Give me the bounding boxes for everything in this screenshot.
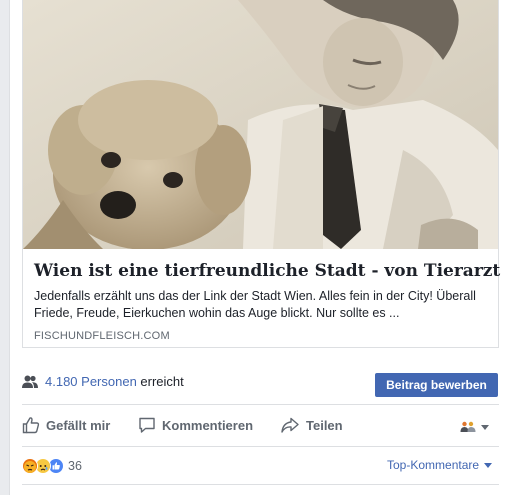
thumbs-up-icon xyxy=(22,417,40,434)
post-actions: Gefällt mir Kommentieren Teilen xyxy=(10,406,517,446)
link-description: Jedenfalls erzählt uns das der Link der … xyxy=(34,289,476,320)
chevron-down-icon xyxy=(481,424,489,430)
link-preview-image[interactable] xyxy=(23,0,498,249)
chevron-down-icon xyxy=(484,462,493,468)
post-card: Wien ist eine tierfreundliche Stadt - vo… xyxy=(9,0,517,495)
audience-selector[interactable] xyxy=(460,419,489,435)
divider xyxy=(22,446,499,447)
like-label: Gefällt mir xyxy=(46,417,111,433)
divider xyxy=(22,404,499,405)
photo-man-with-dog-icon xyxy=(23,0,498,249)
reaction-summary[interactable]: 36 xyxy=(22,458,82,474)
link-preview[interactable]: Wien ist eine tierfreundliche Stadt - vo… xyxy=(22,0,500,348)
reach-label: erreicht xyxy=(140,374,184,389)
share-arrow-icon xyxy=(281,417,299,433)
friends-icon xyxy=(460,421,476,432)
link-preview-text: Wien ist eine tierfreundliche Stadt - vo… xyxy=(23,249,500,342)
comment-icon xyxy=(139,417,155,433)
reach-count-link[interactable]: 4.180 Personen xyxy=(45,374,137,389)
angry-icon xyxy=(22,458,38,474)
reach-row: 4.180 Personen erreicht Beitrag bewerben xyxy=(10,362,517,404)
like-button[interactable]: Gefällt mir xyxy=(22,414,110,436)
share-button[interactable]: Teilen xyxy=(280,414,343,436)
reactions-row: 36 Top-Kommentare xyxy=(10,452,517,482)
boost-post-button[interactable]: Beitrag bewerben xyxy=(375,373,498,397)
comment-button[interactable]: Kommentieren xyxy=(138,414,253,436)
link-domain: FISCHUNDFLEISCH.COM xyxy=(34,330,170,342)
people-icon xyxy=(22,375,38,388)
comment-sort-selector[interactable]: Top-Kommentare xyxy=(387,458,493,472)
divider xyxy=(22,484,499,485)
sort-label: Top-Kommentare xyxy=(387,458,480,472)
comment-label: Kommentieren xyxy=(162,417,254,433)
reaction-count: 36 xyxy=(68,459,82,473)
link-title[interactable]: Wien ist eine tierfreundliche Stadt - vo… xyxy=(34,260,500,282)
share-label: Teilen xyxy=(306,417,343,433)
reach-text: 4.180 Personen erreicht xyxy=(45,374,184,390)
